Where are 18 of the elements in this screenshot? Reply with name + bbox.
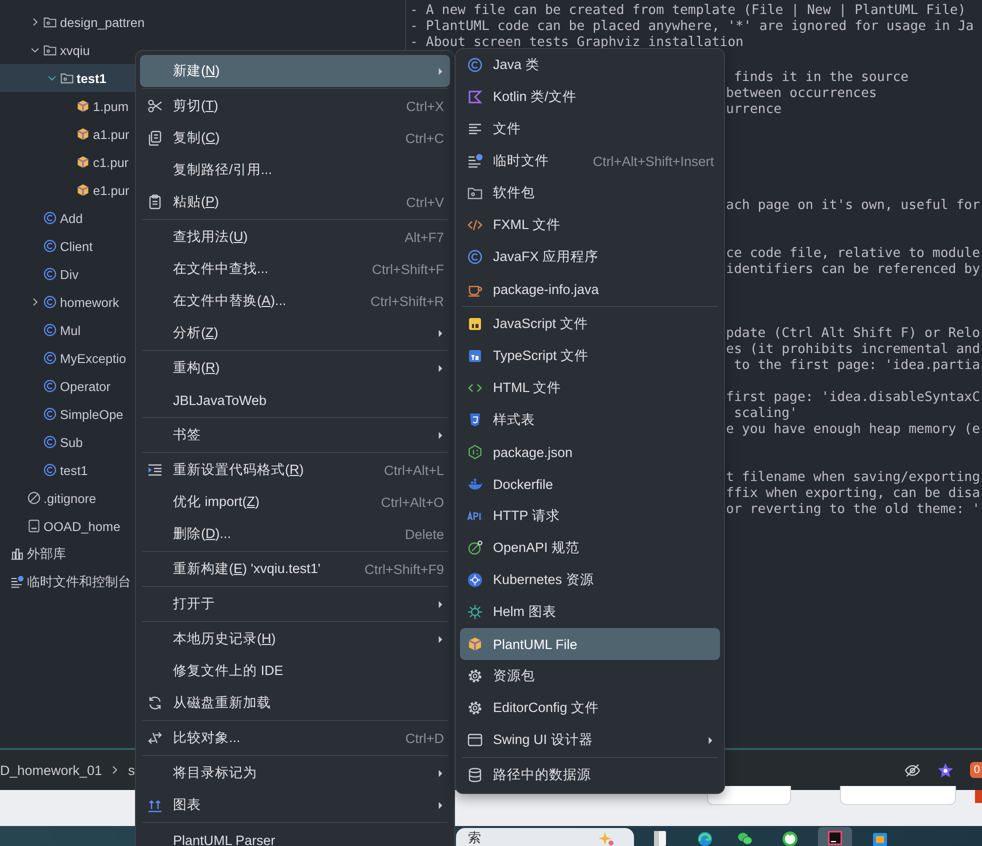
code-line: between occurrences [726, 86, 878, 102]
code-line: - About screen tests Graphviz installation [410, 35, 744, 51]
code-line: - A new file can be created from template (File | New | PlantUML File) [410, 3, 967, 19]
code-line: identifiers can be referenced by [726, 262, 982, 278]
code-line: ffix when exporting, can be disa [726, 486, 982, 502]
code-line: to the first page: 'idea.partia [732, 358, 982, 374]
code-line: finds it in the source [732, 70, 910, 86]
code-line: es (it prohibits incremental and [726, 342, 982, 358]
code-line: ach page on it's own, useful for [726, 198, 982, 214]
code-line: t filename when saving/exporting [726, 470, 982, 486]
code-line: or reverting to the old theme: ' [726, 502, 982, 518]
code-line: e you have enough heap memory (e [726, 422, 982, 438]
code-line: scaling' [732, 406, 798, 422]
code-line: ce code file, relative to module [726, 246, 982, 262]
code-line: pdate (Ctrl Alt Shift F) or Relo [726, 326, 982, 342]
code-line: - PlantUML code can be placed anywhere, '*' are ignored for usage in Ja [410, 19, 975, 35]
code-line: first page: 'idea.disableSyntaxC [726, 390, 982, 406]
code-line: urrence [726, 102, 783, 118]
